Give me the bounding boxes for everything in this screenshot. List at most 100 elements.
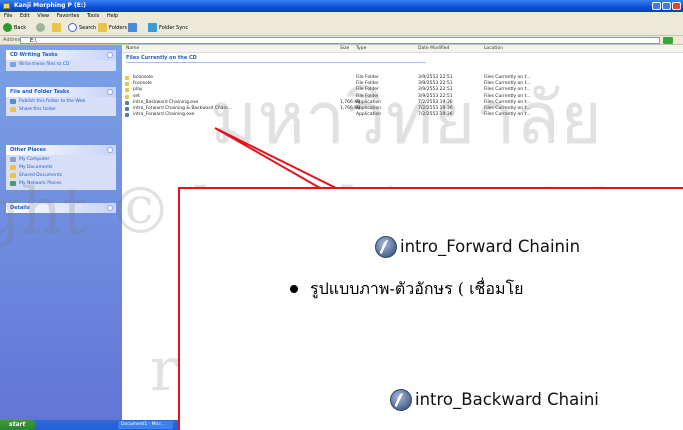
menu-file[interactable]: File (4, 13, 12, 19)
application-icon (125, 100, 129, 105)
file-name: intro_Backward Chaining.exe (133, 99, 199, 105)
write-to-cd-link[interactable]: Write these files to CD (6, 60, 116, 71)
file-date: 7/2/2553 19:36 (418, 99, 453, 105)
group-header: Files Currently on the CD (126, 55, 197, 61)
file-location: Files Currently on t... (484, 93, 531, 99)
details-header[interactable]: Details (6, 203, 116, 213)
file-type: Application (356, 112, 382, 118)
shared-documents-link[interactable]: Shared Documents (6, 171, 116, 179)
folder-icon (125, 94, 129, 99)
menu-edit[interactable]: Edit (20, 13, 30, 19)
menu-help[interactable]: Help (107, 13, 118, 19)
start-button[interactable]: start (0, 420, 36, 430)
my-network-places-link[interactable]: My Network Places (6, 179, 116, 190)
file-type: Application (356, 99, 382, 105)
application-icon (125, 113, 129, 118)
file-date: 3/9/2553 22:51 (418, 93, 453, 99)
network-icon (10, 181, 16, 186)
publish-web-link[interactable]: Publish this folder to the Web (6, 97, 116, 105)
application-icon (390, 389, 412, 411)
shared-folder-icon (10, 173, 16, 178)
search-icon (68, 23, 77, 32)
window-title-bar: Kanji Morphing P (E:) (0, 0, 683, 12)
file-type: File Folder (356, 93, 379, 99)
address-bar: Address E:\ (0, 36, 683, 45)
taskbar-item-document[interactable]: Document1 - Micr... (118, 421, 173, 429)
column-type[interactable]: Type (356, 45, 366, 53)
file-location: Files Currently on t... (484, 87, 531, 93)
menu-view[interactable]: View (37, 13, 49, 19)
my-computer-link[interactable]: My Computer (6, 155, 116, 163)
zoom-callout: intro_Forward Chainin รูปแบบภาพ-ตัวอักษร… (178, 187, 683, 430)
column-date-modified[interactable]: Date Modified (418, 45, 449, 53)
back-arrow-icon (3, 23, 12, 32)
folder-sync-button[interactable]: Folder Sync (148, 23, 188, 33)
column-name[interactable]: Name (126, 45, 139, 53)
task-pane: CD Writing Tasks Write these files to CD… (0, 45, 122, 420)
folder-icon (125, 88, 129, 93)
cd-icon (10, 62, 16, 67)
other-places-header[interactable]: Other Places (6, 145, 116, 155)
my-documents-link[interactable]: My Documents (6, 163, 116, 171)
file-row[interactable]: bconsole File Folder 3/9/2553 22:51 Files C… (122, 75, 683, 81)
column-location[interactable]: Location (484, 45, 503, 53)
file-location: Files Currently on t... (484, 99, 531, 105)
expand-icon[interactable] (107, 205, 113, 211)
close-button[interactable] (672, 2, 681, 10)
file-row[interactable]: set File Folder 3/9/2553 22:51 Files Curren… (122, 94, 683, 100)
folder-icon (125, 82, 129, 87)
collapse-icon[interactable] (107, 52, 113, 58)
search-button[interactable]: Search (68, 23, 96, 33)
views-icon (128, 23, 137, 32)
folders-icon (98, 23, 107, 32)
minimize-button[interactable] (652, 2, 661, 10)
callout-backward-label: intro_Backward Chaini (415, 390, 599, 409)
up-folder-button[interactable] (52, 23, 63, 33)
back-button[interactable]: Back (3, 23, 26, 33)
file-row[interactable]: play File Folder 3/9/2553 22:51 Files Curre… (122, 87, 683, 93)
file-date: 3/9/2553 22:51 (418, 87, 453, 93)
cd-writing-tasks-header[interactable]: CD Writing Tasks (6, 50, 116, 60)
column-size[interactable]: Size (340, 45, 349, 53)
forward-button[interactable] (36, 23, 47, 33)
go-button[interactable] (663, 37, 673, 44)
window-title: Kanji Morphing P (E:) (14, 2, 86, 9)
application-icon (125, 107, 129, 111)
file-row[interactable]: intro_Forward Chaining.exe Application 7/2… (122, 112, 683, 118)
maximize-button[interactable] (662, 2, 671, 10)
collapse-icon[interactable] (107, 147, 113, 153)
file-folder-tasks-header[interactable]: File and Folder Tasks (6, 87, 116, 97)
group-divider (126, 62, 426, 63)
toolbar: Back Search Folders Folder Sync (0, 20, 683, 36)
share-folder-link[interactable]: Share this folder (6, 105, 116, 116)
file-name: intro_Forward Chaining.exe (133, 112, 195, 118)
drive-icon (3, 3, 10, 9)
collapse-icon[interactable] (107, 89, 113, 95)
up-folder-icon (52, 23, 61, 32)
documents-icon (10, 165, 16, 170)
file-location: Files Currently on t... (484, 112, 531, 118)
forward-arrow-icon (36, 23, 45, 32)
file-row[interactable]: intro_Backward Chaining.exe 1,766 KB Appli… (122, 100, 683, 106)
computer-icon (10, 157, 16, 162)
callout-forward-label: intro_Forward Chainin (400, 237, 581, 256)
file-date: 7/2/2553 19:36 (418, 112, 453, 118)
cd-writing-tasks-panel: CD Writing Tasks Write these files to CD (6, 50, 116, 71)
file-name: play (133, 87, 143, 93)
column-header: Name Size Type Date Modified Location (122, 45, 683, 53)
address-input[interactable]: E:\ (20, 37, 660, 44)
menu-tools[interactable]: Tools (87, 13, 99, 19)
callout-bullet-text: รูปแบบภาพ-ตัวอักษร ( เชื่อมโย (310, 279, 524, 298)
application-icon (375, 236, 397, 258)
file-name: set (133, 93, 140, 99)
views-button[interactable] (128, 23, 139, 33)
file-row[interactable]: intro_Forward Chaining & Backward Chain.… (122, 106, 683, 112)
folders-button[interactable]: Folders (98, 23, 127, 33)
file-type: File Folder (356, 87, 379, 93)
file-row[interactable]: fconsole File Folder 3/9/2553 22:51 Files C… (122, 81, 683, 87)
publish-icon (10, 99, 16, 104)
file-folder-tasks-panel: File and Folder Tasks Publish this folde… (6, 87, 116, 116)
menu-favorites[interactable]: Favorites (57, 13, 80, 19)
folder-sync-icon (148, 23, 157, 32)
folder-icon (125, 76, 129, 80)
